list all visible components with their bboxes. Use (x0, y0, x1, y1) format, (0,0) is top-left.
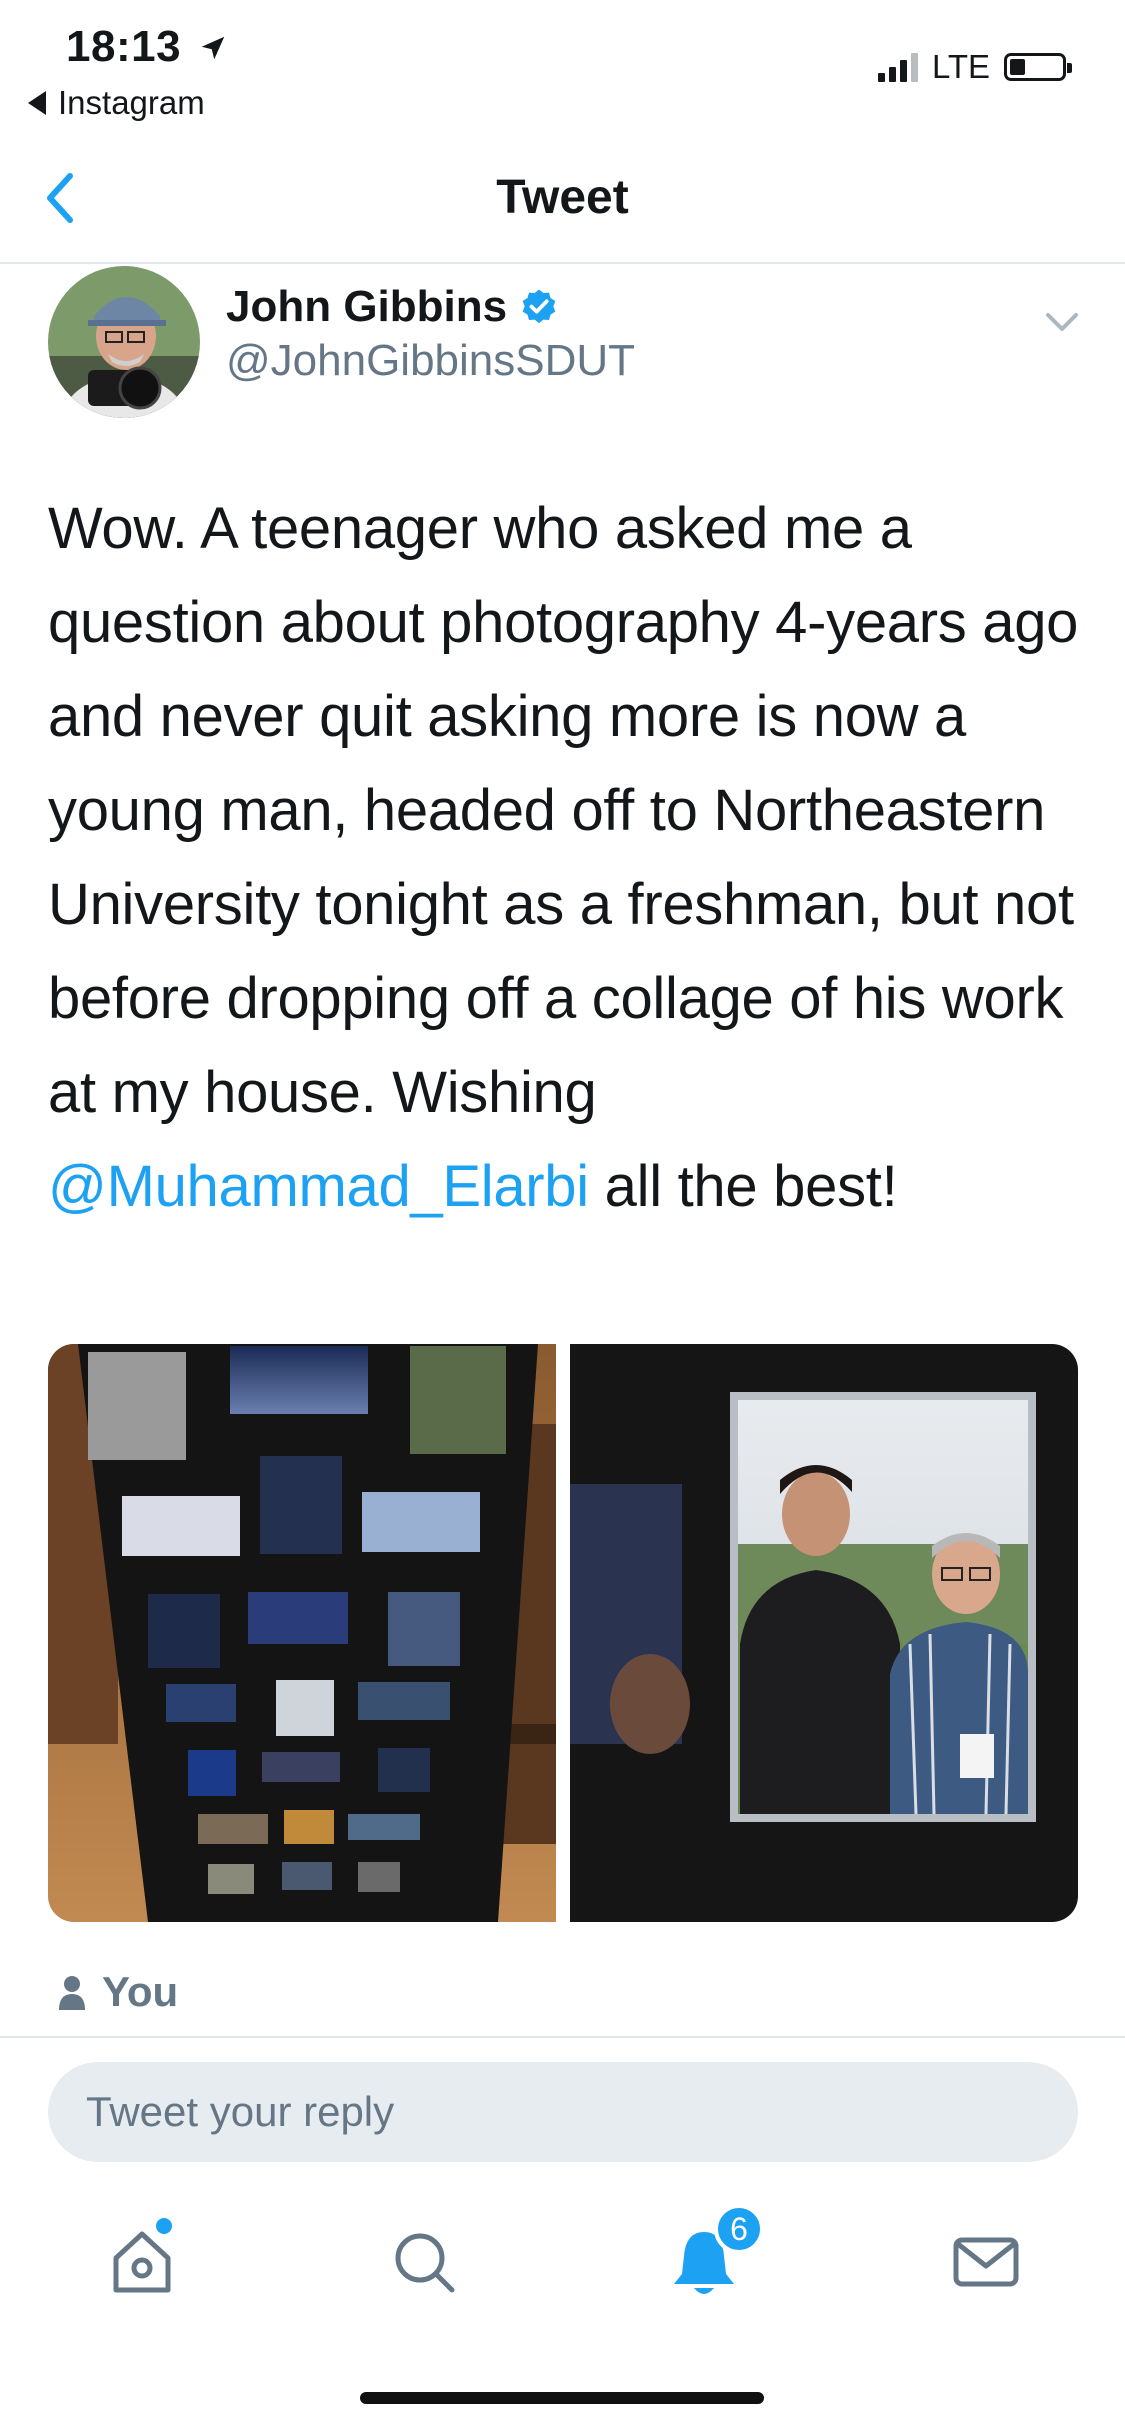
signal-strength-icon (878, 52, 918, 82)
author-name[interactable]: John Gibbins (226, 282, 559, 332)
author-handle[interactable]: @JohnGibbinsSDUT (226, 336, 635, 386)
reply-context: You (58, 1968, 178, 2016)
person-icon (59, 1976, 85, 2010)
tab-search[interactable] (384, 2222, 464, 2302)
tweet-text: Wow. A teenager who asked me a question … (48, 482, 1088, 1234)
you-label: You (102, 1968, 179, 2015)
status-time-text: 18:13 (66, 22, 182, 71)
search-icon (395, 2233, 455, 2293)
battery-icon (1004, 53, 1073, 81)
tab-home[interactable] (102, 2222, 182, 2302)
mail-icon (953, 2237, 1019, 2287)
back-triangle-icon (28, 91, 46, 115)
avatar[interactable] (48, 266, 200, 418)
reply-divider (0, 2036, 1125, 2038)
avatar-image (48, 266, 200, 418)
verified-badge-icon (522, 289, 556, 324)
reply-input[interactable] (48, 2062, 1078, 2162)
network-type: LTE (932, 48, 991, 85)
chevron-down-icon (1046, 313, 1078, 331)
status-time: 18:13 (66, 22, 228, 72)
home-icon (113, 2231, 171, 2293)
tweet-photo-collage[interactable] (48, 1344, 556, 1922)
location-arrow-icon (201, 36, 225, 60)
header-divider (0, 262, 1125, 264)
author-name-text: John Gibbins (226, 282, 508, 331)
notification-count-badge: 6 (714, 2204, 764, 2254)
tweet-text-part-1: Wow. A teenager who asked me a question … (48, 496, 1079, 1125)
tweet-options-button[interactable] (1042, 302, 1082, 342)
battery-level (1010, 59, 1026, 75)
tweet-photo-portrait[interactable] (570, 1344, 1078, 1922)
portrait-photo-image (570, 1344, 1078, 1922)
status-indicators: LTE (878, 48, 1073, 86)
home-indicator[interactable] (360, 2392, 764, 2404)
tab-messages[interactable] (946, 2222, 1026, 2302)
collage-photo-image (48, 1344, 556, 1922)
back-to-app[interactable]: Instagram (28, 84, 205, 122)
page-title: Tweet (496, 171, 629, 224)
tweet-text-part-2: all the best! (588, 1154, 898, 1219)
home-new-indicator (156, 2218, 172, 2234)
back-app-label: Instagram (58, 84, 205, 121)
mention-link[interactable]: @Muhammad_Elarbi (48, 1154, 589, 1219)
